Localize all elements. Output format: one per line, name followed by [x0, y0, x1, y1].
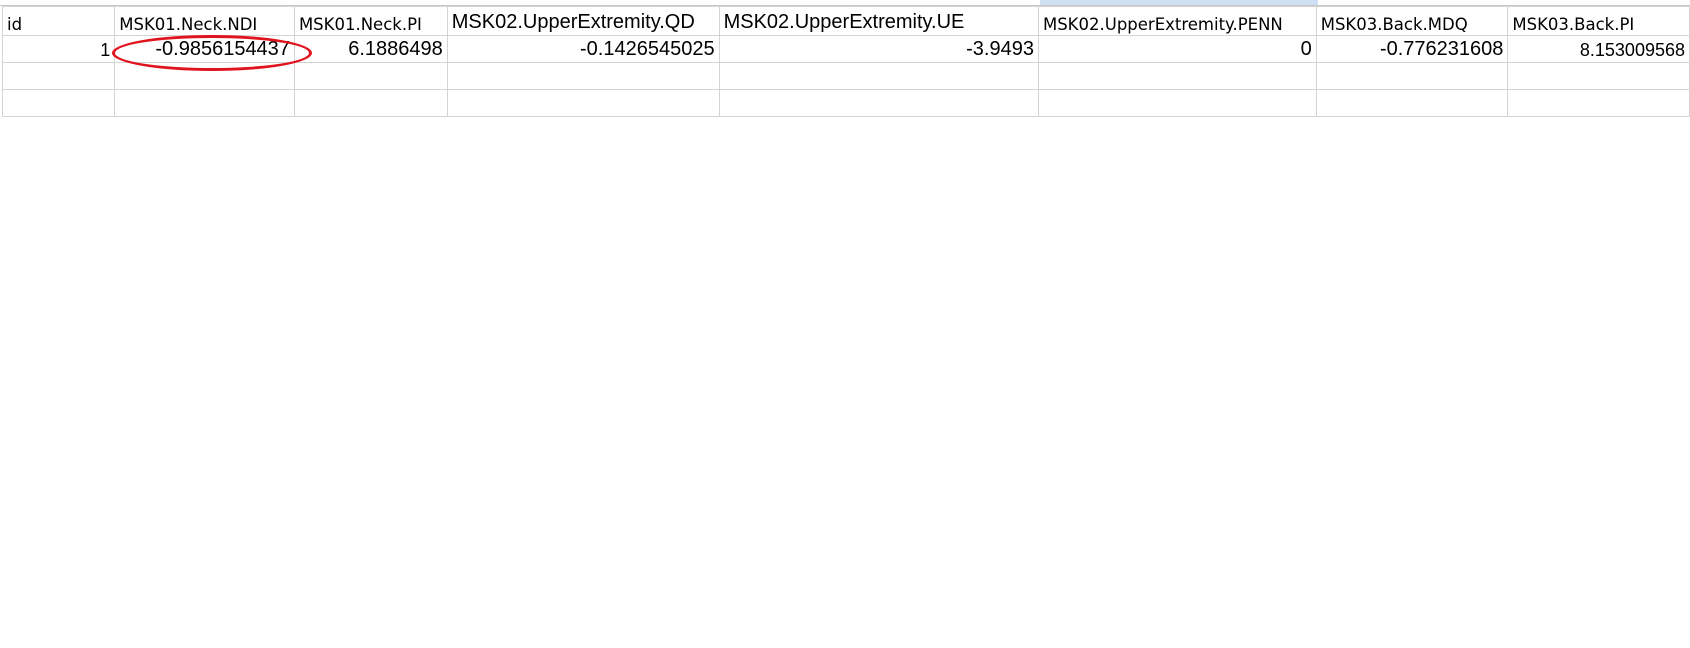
empty-cell[interactable] [293, 62, 448, 90]
cell-msk02-upperextremity-ue[interactable]: -3.9493 [718, 35, 1039, 63]
spreadsheet-grid: id MSK01.Neck.NDI MSK01.Neck.PI MSK02.Up… [0, 0, 1690, 117]
selected-column-highlight [1040, 0, 1318, 5]
header-cell-msk03-back-mdq[interactable]: MSK03.Back.MDQ [1315, 6, 1509, 36]
header-row: id MSK01.Neck.NDI MSK01.Neck.PI MSK02.Up… [1, 6, 1690, 36]
header-cell-msk02-upperextremity-penn[interactable]: MSK02.UpperExtremity.PENN [1037, 6, 1317, 36]
header-cell-msk02-upperextremity-qd[interactable]: MSK02.UpperExtremity.QD [446, 6, 720, 36]
empty-cell[interactable] [1, 62, 116, 90]
empty-cell[interactable] [718, 62, 1039, 90]
empty-cell[interactable] [1, 89, 116, 117]
data-table: id MSK01.Neck.NDI MSK01.Neck.PI MSK02.Up… [1, 6, 1690, 117]
empty-cell[interactable] [1315, 89, 1509, 117]
empty-row [1, 62, 1690, 90]
cell-msk01-neck-pi[interactable]: 6.1886498 [293, 35, 448, 63]
header-cell-msk01-neck-ndi[interactable]: MSK01.Neck.NDI [114, 6, 295, 36]
cell-msk03-back-mdq[interactable]: -0.776231608 [1315, 35, 1509, 63]
empty-cell[interactable] [1315, 62, 1509, 90]
cell-msk01-neck-ndi[interactable]: -0.9856154437 [114, 35, 295, 63]
empty-cell[interactable] [1037, 89, 1317, 117]
empty-cell[interactable] [114, 89, 295, 117]
header-cell-id[interactable]: id [1, 6, 116, 36]
cell-msk03-back-pi[interactable]: 8.153009568 [1507, 35, 1690, 63]
cell-msk02-upperextremity-penn[interactable]: 0 [1037, 35, 1317, 63]
empty-cell[interactable] [446, 89, 720, 117]
empty-row [1, 89, 1690, 117]
cell-id[interactable]: 1 [1, 35, 116, 63]
header-cell-msk02-upperextremity-ue[interactable]: MSK02.UpperExtremity.UE [718, 6, 1039, 36]
header-cell-msk01-neck-pi[interactable]: MSK01.Neck.PI [293, 6, 448, 36]
table-row: 1 -0.9856154437 6.1886498 -0.1426545025 … [1, 35, 1690, 63]
empty-cell[interactable] [718, 89, 1039, 117]
empty-cell[interactable] [1507, 62, 1690, 90]
empty-cell[interactable] [1507, 89, 1690, 117]
empty-cell[interactable] [293, 89, 448, 117]
cell-msk02-upperextremity-qd[interactable]: -0.1426545025 [446, 35, 720, 63]
empty-cell[interactable] [114, 62, 295, 90]
empty-cell[interactable] [446, 62, 720, 90]
header-cell-msk03-back-pi[interactable]: MSK03.Back.PI [1507, 6, 1690, 36]
empty-cell[interactable] [1037, 62, 1317, 90]
